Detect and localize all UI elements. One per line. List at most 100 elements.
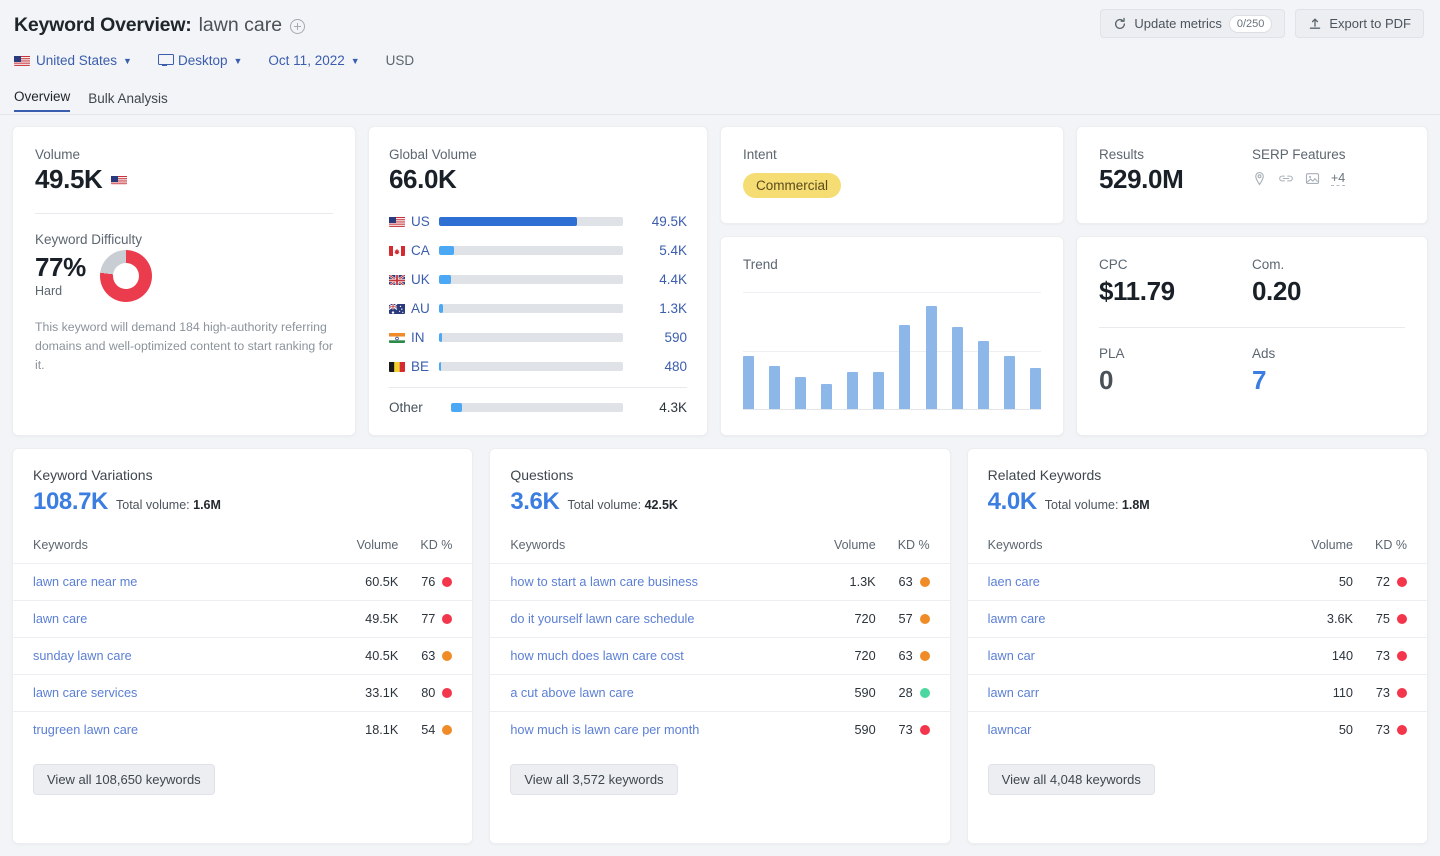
global-volume-row: US 49.5K bbox=[389, 207, 687, 236]
device-filter[interactable]: Desktop ▼ bbox=[157, 53, 243, 68]
kd-status-dot bbox=[1397, 651, 1407, 661]
metrics-grid: Volume 49.5K Keyword Difficulty 77% Hard… bbox=[12, 126, 1428, 436]
sitelinks-icon[interactable] bbox=[1278, 171, 1294, 186]
global-volume-row: IN 590 bbox=[389, 323, 687, 352]
table-header: Related Keywords 4.0K Total volume: 1.8M bbox=[968, 467, 1427, 516]
keyword-cell[interactable]: lawn care near me bbox=[13, 563, 319, 601]
kd-value: 63 bbox=[898, 649, 913, 663]
tab-bulk-analysis[interactable]: Bulk Analysis bbox=[88, 91, 168, 112]
keyword-cell[interactable]: lawn carr bbox=[967, 674, 1273, 712]
table-count: 108.7K bbox=[33, 488, 108, 515]
kd-cell: 73 bbox=[1353, 674, 1427, 712]
kd-cell: 28 bbox=[875, 674, 950, 712]
add-keyword-icon[interactable] bbox=[290, 18, 306, 34]
country-filter[interactable]: United States ▼ bbox=[14, 53, 132, 68]
column-header-keywords: Keywords bbox=[510, 538, 566, 552]
kd-status-dot bbox=[442, 651, 453, 661]
keyword-table-card: Related Keywords 4.0K Total volume: 1.8M Ke… bbox=[966, 448, 1428, 844]
country-code: CA bbox=[411, 243, 430, 259]
kd-value: 54 bbox=[421, 723, 436, 737]
table-row: how to start a lawn care business 1.3K 63 bbox=[490, 563, 950, 601]
kd-status-dot bbox=[1397, 577, 1407, 587]
export-pdf-label: Export to PDF bbox=[1329, 16, 1411, 31]
kd-value: 76 bbox=[421, 575, 436, 589]
results-label: Results bbox=[1099, 147, 1145, 162]
table-row: lawm care 3.6K 75 bbox=[967, 600, 1427, 638]
table-row: lawn care near me 60.5K 76 bbox=[13, 563, 473, 601]
volume-bar-track bbox=[439, 304, 623, 314]
column-header-kd: KD % bbox=[1375, 538, 1407, 552]
keyword-cell[interactable]: how to start a lawn care business bbox=[490, 563, 796, 601]
table-row: laen care 50 72 bbox=[967, 563, 1427, 601]
table-row: lawn care 49.5K 77 bbox=[13, 600, 473, 638]
image-pack-icon[interactable] bbox=[1305, 171, 1320, 186]
keyword-cell[interactable]: lawm care bbox=[967, 600, 1273, 638]
export-pdf-button[interactable]: Export to PDF bbox=[1295, 9, 1424, 38]
keyword-cell[interactable]: how much does lawn care cost bbox=[490, 637, 796, 675]
cpc-block: CPC $11.79 bbox=[1099, 257, 1252, 307]
date-filter-label: Oct 11, 2022 bbox=[268, 52, 345, 68]
volume-bar-track bbox=[439, 333, 623, 343]
table-row: a cut above lawn care 590 28 bbox=[490, 674, 950, 712]
kd-note: This keyword will demand 184 high-author… bbox=[35, 320, 334, 372]
keyword-cell[interactable]: sunday lawn care bbox=[13, 637, 319, 675]
keyword-cell[interactable]: lawn care services bbox=[13, 674, 319, 712]
view-all-button[interactable]: View all 4,048 keywords bbox=[987, 764, 1155, 795]
kd-value: 73 bbox=[898, 723, 913, 737]
table-count: 3.6K bbox=[510, 488, 560, 515]
cpc-label: CPC bbox=[1099, 257, 1128, 272]
uk-flag-icon bbox=[389, 274, 405, 286]
pla-block: PLA 0 bbox=[1099, 346, 1252, 396]
kd-rating: Hard bbox=[35, 284, 63, 299]
results-block: Results 529.0M bbox=[1099, 147, 1252, 205]
keyword-cell[interactable]: lawncar bbox=[967, 711, 1273, 748]
keyword-cell[interactable]: lawn car bbox=[967, 637, 1273, 675]
kd-value: 73 bbox=[1375, 686, 1390, 700]
intent-card: Intent Commercial bbox=[720, 126, 1064, 224]
date-filter[interactable]: Oct 11, 2022 ▼ bbox=[268, 53, 359, 68]
volume-value: 49.5K bbox=[35, 164, 103, 194]
volume-card: Volume 49.5K Keyword Difficulty 77% Hard… bbox=[12, 126, 356, 436]
table-row: trugreen lawn care 18.1K 54 bbox=[13, 711, 473, 748]
keyword-cell[interactable]: do it yourself lawn care schedule bbox=[490, 600, 796, 638]
kd-status-dot bbox=[919, 577, 930, 587]
local-pack-icon[interactable] bbox=[1252, 171, 1267, 186]
page-header: Keyword Overview: lawn care United State… bbox=[0, 0, 1440, 115]
kd-cell: 77 bbox=[398, 600, 473, 638]
trend-chart bbox=[743, 292, 1041, 410]
volume-bar-track bbox=[439, 217, 623, 227]
column-header-volume: Volume bbox=[356, 538, 399, 552]
keyword-cell[interactable]: lawn care bbox=[13, 600, 319, 638]
volume-bar-fill bbox=[439, 217, 577, 227]
table-summary: 108.7K Total volume: 1.6M bbox=[33, 488, 452, 516]
global-volume-row: AU 1.3K bbox=[389, 294, 687, 323]
divider bbox=[389, 387, 687, 389]
keyword-cell[interactable]: how much is lawn care per month bbox=[490, 711, 796, 748]
volume-cell: 720 bbox=[795, 637, 876, 675]
ads-block: Ads 7 bbox=[1252, 346, 1405, 396]
keyword-cell[interactable]: trugreen lawn care bbox=[13, 711, 319, 748]
serp-features-more[interactable]: +4 bbox=[1331, 171, 1346, 186]
keyword-cell[interactable]: a cut above lawn care bbox=[490, 674, 796, 712]
table-row: do it yourself lawn care schedule 720 57 bbox=[490, 600, 950, 638]
volume-cell: 50 bbox=[1273, 711, 1353, 748]
kd-value: 77 bbox=[421, 612, 436, 626]
table-row: lawn care services 33.1K 80 bbox=[13, 674, 473, 712]
kd-row: 77% Hard bbox=[35, 250, 333, 303]
volume-value: 590 bbox=[664, 330, 687, 346]
chart-baseline bbox=[743, 409, 1041, 410]
pla-label: PLA bbox=[1099, 346, 1125, 361]
kd-cell: 63 bbox=[875, 637, 950, 675]
kd-status-dot bbox=[442, 577, 453, 587]
kd-cell: 73 bbox=[1353, 711, 1427, 748]
ads-value[interactable]: 7 bbox=[1252, 365, 1405, 396]
update-metrics-button[interactable]: Update metrics 0/250 bbox=[1100, 9, 1286, 38]
tab-overview[interactable]: Overview bbox=[14, 89, 71, 112]
column-header-volume: Volume bbox=[833, 538, 876, 552]
keyword-overview-page: Keyword Overview: lawn care United State… bbox=[0, 0, 1440, 856]
chevron-down-icon: ▼ bbox=[233, 55, 243, 66]
view-all-button[interactable]: View all 3,572 keywords bbox=[510, 764, 678, 795]
view-all-button[interactable]: View all 108,650 keywords bbox=[33, 764, 215, 795]
keyword-cell[interactable]: laen care bbox=[967, 563, 1273, 601]
table-summary: 4.0K Total volume: 1.8M bbox=[988, 488, 1407, 516]
